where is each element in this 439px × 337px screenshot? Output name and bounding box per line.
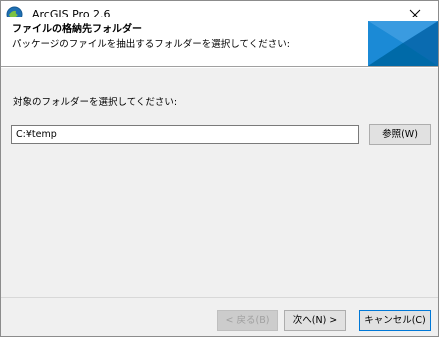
- page-title: ファイルの格納先フォルダー: [12, 24, 142, 35]
- back-button[interactable]: < 戻る(B): [217, 310, 278, 331]
- brand-banner-graphic: [368, 21, 438, 66]
- page-subtitle: パッケージのファイルを抽出するフォルダーを選択してください:: [12, 39, 290, 50]
- folder-prompt-label: 対象のフォルダーを選択してください:: [13, 97, 178, 108]
- header-divider: [1, 66, 438, 68]
- next-button[interactable]: 次へ(N) >: [284, 310, 346, 331]
- footer-divider: [1, 297, 438, 298]
- wizard-header: ファイルの格納先フォルダー パッケージのファイルを抽出するフォルダーを選択してく…: [1, 17, 438, 66]
- browse-button[interactable]: 参照(W): [369, 124, 431, 145]
- dialog-window: ArcGIS Pro 2.6 ファイルの格納先フォルダー パッケージのファイルを…: [0, 0, 439, 337]
- cancel-button[interactable]: キャンセル(C): [359, 310, 431, 331]
- folder-path-input[interactable]: [11, 125, 359, 144]
